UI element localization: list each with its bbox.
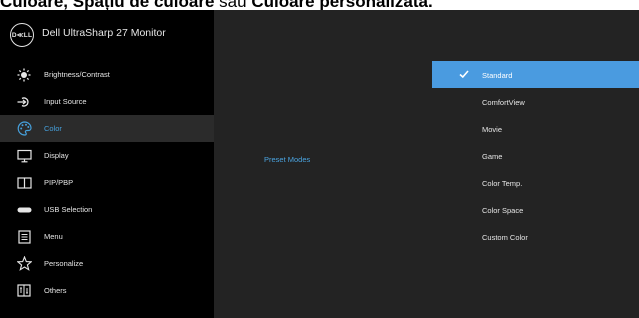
caption-connector: sau [214,0,252,10]
menu-item-label: Brightness/Contrast [44,70,110,79]
menu-item-personalize[interactable]: Personalize [0,250,214,277]
page-caption: Culoare, Spațiu de culoare sau Culoare p… [0,0,639,10]
preset-option-color-space[interactable]: Color Space [432,196,639,223]
menu-icon [16,229,32,245]
menu-item-usb-selection[interactable]: USB Selection [0,196,214,223]
preset-option-color-temp[interactable]: Color Temp. [432,169,639,196]
menu-item-label: USB Selection [44,205,93,214]
dell-logo: D≪LL [10,23,34,47]
menu-item-label: PIP/PBP [44,178,74,187]
menu-item-label: Display [44,151,69,160]
menu-item-others[interactable]: Others [0,277,214,304]
option-label: ComfortView [482,98,525,107]
osd-header: D≪LL Dell UltraSharp 27 Monitor [0,10,214,58]
osd-title: Dell UltraSharp 27 Monitor [42,27,166,39]
menu-item-label: Personalize [44,259,84,268]
preset-option-movie[interactable]: Movie [432,115,639,142]
brightness-icon [16,67,32,83]
usb-icon [16,202,32,218]
menu-item-menu[interactable]: Menu [0,223,214,250]
menu-item-display[interactable]: Display [0,142,214,169]
menu-item-label: Others [44,286,67,295]
menu-item-color[interactable]: Color [0,115,214,142]
menu-item-input-source[interactable]: Input Source [0,88,214,115]
color-palette-icon [16,121,32,137]
option-label: Color Space [482,206,524,215]
menu-item-label: Menu [44,232,63,241]
menu-item-label: Color [44,124,62,133]
option-label: Standard [482,71,513,80]
preset-option-standard[interactable]: Standard [432,61,639,88]
option-label: Color Temp. [482,179,523,188]
preset-modes-label: Preset Modes [264,155,311,164]
option-label: Movie [482,125,503,134]
pip-pbp-icon [16,175,32,191]
menu-item-brightness-contrast[interactable]: Brightness/Contrast [0,61,214,88]
option-label: Game [482,152,503,161]
preset-option-comfortview[interactable]: ComfortView [432,88,639,115]
preset-option-custom-color[interactable]: Custom Color [432,223,639,250]
input-source-icon [16,94,32,110]
star-icon [16,256,32,272]
menu-item-label: Input Source [44,97,87,106]
display-icon [16,148,32,164]
option-label: Custom Color [482,233,528,242]
caption-bold-1: Culoare, Spațiu de culoare [0,0,215,10]
caption-bold-2: Culoare personalizată. [251,0,433,10]
menu-item-pip-pbp[interactable]: PIP/PBP [0,169,214,196]
others-icon [16,283,32,299]
osd-sidebar: D≪LL Dell UltraSharp 27 Monitor Brightne… [0,10,214,318]
preset-option-game[interactable]: Game [432,142,639,169]
checkmark-icon [457,67,471,81]
osd-menu-window: D≪LL Dell UltraSharp 27 Monitor Brightne… [0,10,639,318]
